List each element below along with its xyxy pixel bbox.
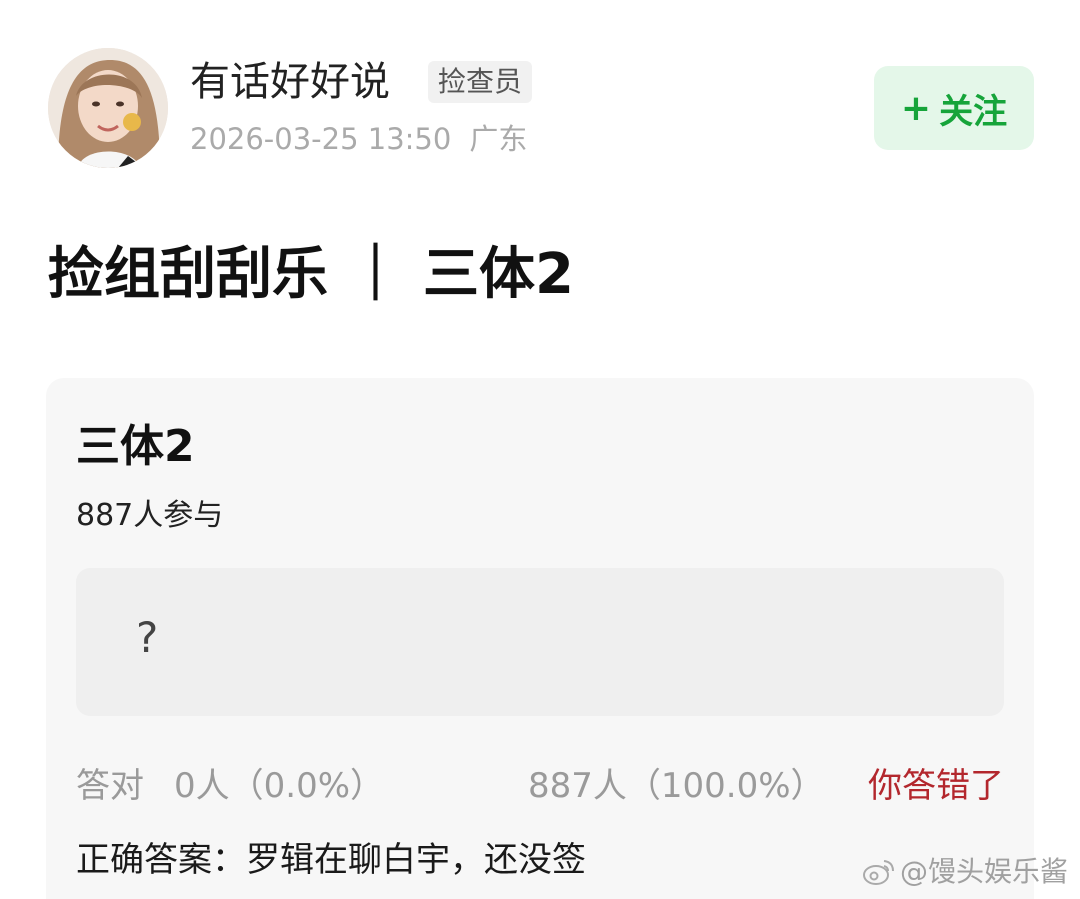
quiz-card[interactable]: 三体2 887人参与 ? 答对 0人（0.0%） 887人（100.0%） 你答…	[46, 378, 1034, 899]
author-name[interactable]: 有话好好说	[190, 56, 390, 108]
post-meta: 2026-03-25 13:50 广东	[190, 119, 527, 159]
post-title: 捡组刮刮乐 ｜ 三体2	[48, 242, 574, 307]
post-location: 广东	[469, 122, 528, 156]
quiz-participants: 887人参与	[76, 498, 224, 533]
follow-button[interactable]: + 关注	[874, 66, 1034, 150]
post-timestamp: 2026-03-25 13:50	[190, 122, 452, 156]
follow-button-label: 关注	[939, 91, 1008, 132]
quiz-stats: 答对 0人（0.0%） 887人（100.0%） 你答错了	[76, 762, 1004, 810]
correct-answer: 正确答案：罗辑在聊白宇，还没签	[76, 840, 586, 880]
author-avatar[interactable]	[48, 48, 168, 168]
answer-option[interactable]: ?	[76, 568, 1004, 716]
post-page: 有话好好说 捡查员 2026-03-25 13:50 广东 + 关注 捡组刮刮乐 …	[0, 0, 1080, 899]
correct-count: 0人（0.0%）	[174, 766, 385, 806]
quiz-result: 你答错了	[868, 766, 1004, 806]
weibo-logo-icon	[862, 860, 894, 885]
answer-option-text: ?	[136, 613, 159, 662]
correct-label: 答对	[76, 766, 144, 806]
avatar-photo	[48, 48, 168, 168]
watermark-text: @馒头娱乐酱	[899, 855, 1068, 888]
plus-icon: +	[900, 87, 932, 129]
watermark: @馒头娱乐酱	[862, 853, 1068, 891]
wrong-count: 887人（100.0%）	[528, 766, 825, 806]
quiz-title: 三体2	[76, 421, 195, 472]
author-role-badge: 捡查员	[428, 61, 533, 103]
